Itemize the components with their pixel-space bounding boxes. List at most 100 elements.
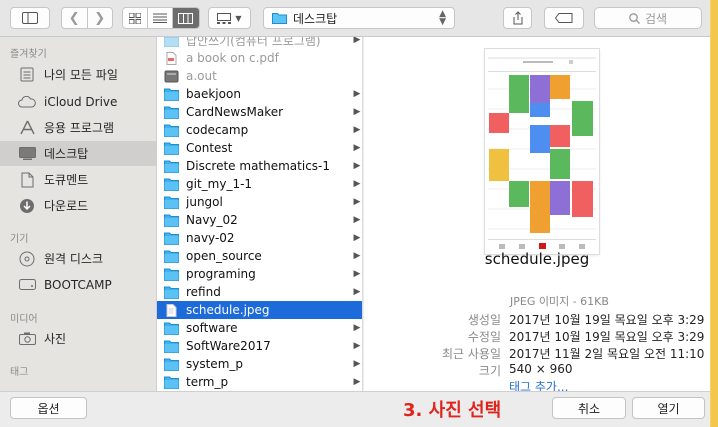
meta-label: 수정일 bbox=[467, 330, 501, 344]
image-file-icon bbox=[166, 303, 177, 317]
download-icon bbox=[18, 198, 36, 214]
sidebar-item-label: 원격 디스크 bbox=[44, 252, 104, 266]
folder-row[interactable]: SoftWare2017 ▶ bbox=[157, 337, 362, 355]
folder-row[interactable]: Discrete mathematics-1 ▶ bbox=[157, 157, 362, 175]
disclosure-arrow-icon: ▶ bbox=[353, 179, 361, 189]
folder-icon bbox=[164, 358, 179, 371]
folder-row[interactable]: term_p ▶ bbox=[157, 373, 362, 391]
disclosure-arrow-icon: ▶ bbox=[353, 143, 361, 153]
preview-kind: JPEG 이미지 - 61KB bbox=[510, 295, 609, 308]
drive-icon bbox=[18, 277, 36, 293]
sidebar-item-documents[interactable]: 도큐멘트 bbox=[0, 167, 156, 192]
sidebar-item-desktop[interactable]: 데스크탑 bbox=[0, 141, 156, 166]
meta-label: 최근 사용일 bbox=[441, 347, 501, 361]
sidebar-item-label: BOOTCAMP bbox=[44, 277, 112, 292]
folder-row[interactable]: software ▶ bbox=[157, 319, 362, 337]
open-button[interactable]: 열기 bbox=[632, 397, 705, 419]
file-name: programing bbox=[186, 267, 256, 281]
schedule-image bbox=[485, 49, 599, 254]
meta-dimensions: 크기 540 × 960 bbox=[364, 362, 710, 379]
preview-filename: schedule.jpeg bbox=[484, 250, 590, 268]
sidebar-toggle-button[interactable] bbox=[10, 7, 50, 29]
sidebar-icon bbox=[22, 12, 38, 24]
devices-header: 기기 bbox=[10, 234, 29, 245]
meta-label: 크기 bbox=[478, 364, 501, 378]
folder-row[interactable]: baekjoon ▶ bbox=[157, 85, 362, 103]
view-mode-switcher bbox=[122, 7, 200, 29]
disclosure-arrow-icon: ▶ bbox=[353, 233, 361, 243]
folder-icon bbox=[164, 178, 179, 191]
folder-row[interactable]: Contest ▶ bbox=[157, 139, 362, 157]
media-header: 미디어 bbox=[10, 314, 38, 325]
file-row[interactable]: a book on c.pdf bbox=[157, 49, 362, 67]
sidebar-item-applications[interactable]: 응용 프로그램 bbox=[0, 115, 156, 140]
folder-row[interactable]: Navy_02 ▶ bbox=[157, 211, 362, 229]
meta-value: 540 × 960 bbox=[509, 362, 573, 376]
folder-icon bbox=[164, 232, 179, 245]
folder-row[interactable]: CardNewsMaker ▶ bbox=[157, 103, 362, 121]
sidebar-item-label: 도큐멘트 bbox=[44, 173, 89, 187]
sidebar-item-label: 데스크탑 bbox=[44, 147, 89, 161]
file-row[interactable]: schedule.jpeg bbox=[157, 301, 362, 319]
folder-icon bbox=[164, 160, 179, 173]
tags-header: 태그 bbox=[10, 367, 29, 378]
folder-row[interactable]: system_p ▶ bbox=[157, 355, 362, 373]
folder-row[interactable]: jungol ▶ bbox=[157, 193, 362, 211]
icon-view-button[interactable] bbox=[123, 8, 149, 28]
sidebar-item-downloads[interactable]: 다운로드 bbox=[0, 193, 156, 218]
sidebar-item-remote-disc[interactable]: 원격 디스크 bbox=[0, 246, 156, 271]
disclosure-arrow-icon: ▶ bbox=[353, 125, 361, 135]
disclosure-arrow-icon: ▶ bbox=[353, 269, 361, 279]
forward-button[interactable]: ❯ bbox=[88, 8, 113, 28]
folder-row[interactable]: git_my_1-1 ▶ bbox=[157, 175, 362, 193]
sidebar-item-bootcamp[interactable]: BOOTCAMP bbox=[0, 272, 156, 297]
file-name: 답안쓰기(컴퓨터 프로그램) bbox=[186, 37, 321, 48]
folder-row[interactable]: refind ▶ bbox=[157, 283, 362, 301]
folder-icon bbox=[164, 322, 179, 335]
column-view-button[interactable] bbox=[172, 8, 199, 28]
file-name: jungol bbox=[186, 195, 223, 209]
list-icon bbox=[153, 13, 168, 23]
folder-row[interactable]: codecamp ▶ bbox=[157, 121, 362, 139]
folder-row[interactable]: 답안쓰기(컴퓨터 프로그램) ▶ bbox=[157, 37, 362, 49]
location-popup[interactable]: 데스크탑 ▲ ▼ bbox=[263, 7, 455, 29]
folder-row[interactable]: open_source ▶ bbox=[157, 247, 362, 265]
meta-value: 2017년 11월 2일 목요일 오전 11:10 bbox=[509, 347, 705, 361]
folder-row[interactable]: navy-02 ▶ bbox=[157, 229, 362, 247]
location-label: 데스크탑 bbox=[293, 11, 338, 26]
gallery-view-dropdown[interactable]: ▼ bbox=[208, 7, 251, 29]
file-name: schedule.jpeg bbox=[186, 303, 270, 317]
sidebar-item-icloud-drive[interactable]: iCloud Drive bbox=[0, 89, 156, 114]
document-icon bbox=[18, 172, 36, 188]
grid-icon bbox=[129, 12, 142, 24]
meta-value: 2017년 10월 19일 목요일 오후 3:29 bbox=[509, 330, 705, 344]
disclosure-arrow-icon: ▶ bbox=[353, 37, 361, 45]
share-button[interactable] bbox=[503, 7, 532, 29]
folder-icon bbox=[164, 376, 179, 389]
back-button[interactable]: ❮ bbox=[62, 8, 88, 28]
preview-pane: schedule.jpeg JPEG 이미지 - 61KB 생성일 2017년 … bbox=[364, 37, 710, 394]
folder-icon bbox=[164, 268, 179, 281]
sidebar-item-all-files[interactable]: 나의 모든 파일 bbox=[0, 62, 156, 87]
file-name: a book on c.pdf bbox=[186, 51, 279, 65]
file-name: codecamp bbox=[186, 123, 249, 137]
sidebar-item-photos[interactable]: 사진 bbox=[0, 326, 156, 351]
file-name: CardNewsMaker bbox=[186, 105, 284, 119]
search-field[interactable]: 검색 bbox=[594, 7, 702, 29]
updown-chevron-icon: ▲ ▼ bbox=[439, 9, 446, 27]
sidebar-item-label: 사진 bbox=[44, 332, 67, 346]
file-name: Contest bbox=[186, 141, 233, 155]
tag-button[interactable] bbox=[544, 7, 584, 29]
folder-icon bbox=[164, 340, 179, 353]
sidebar-item-label: 나의 모든 파일 bbox=[44, 68, 118, 82]
folder-row[interactable]: programing ▶ bbox=[157, 265, 362, 283]
schedule-thumbnail bbox=[485, 49, 599, 254]
folder-icon bbox=[164, 37, 179, 47]
list-view-button[interactable] bbox=[148, 8, 173, 28]
options-button[interactable]: 옵션 bbox=[10, 397, 87, 419]
cancel-button[interactable]: 취소 bbox=[552, 397, 626, 419]
gallery-icon bbox=[217, 12, 232, 24]
file-row[interactable]: a.out bbox=[157, 67, 362, 85]
file-name: navy-02 bbox=[186, 231, 235, 245]
file-name: refind bbox=[186, 285, 221, 299]
